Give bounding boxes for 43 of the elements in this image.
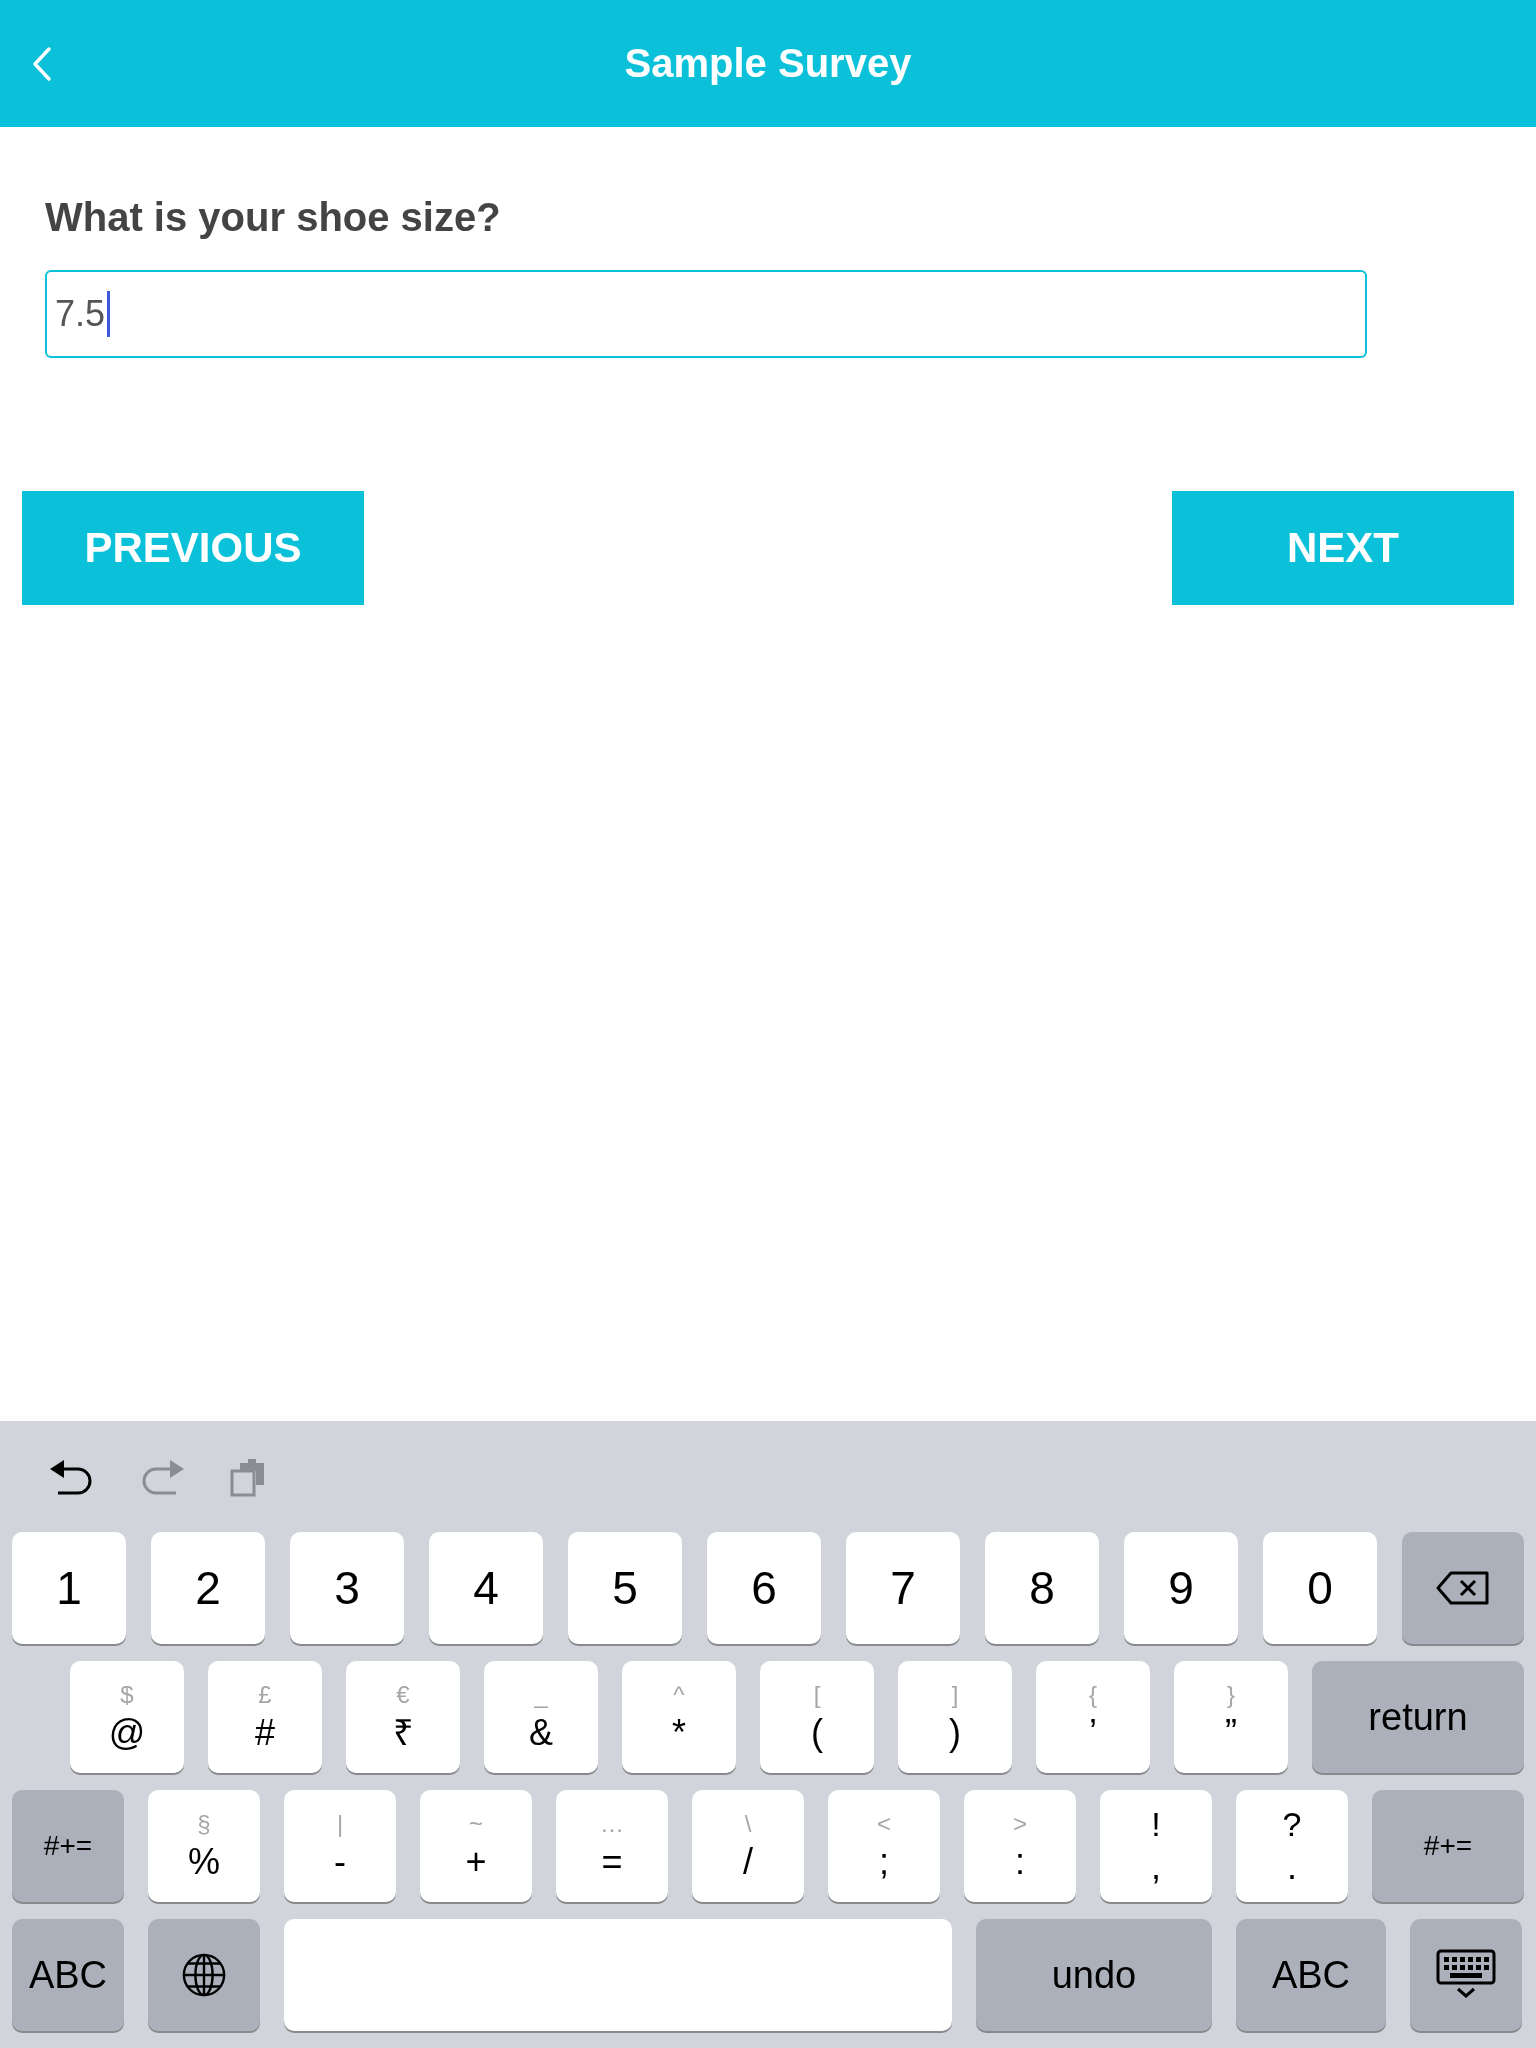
hide-keyboard-key[interactable] bbox=[1410, 1919, 1522, 2031]
key[interactable]: } ” bbox=[1174, 1661, 1288, 1773]
key[interactable]: § % bbox=[148, 1790, 260, 1902]
key[interactable]: ] ) bbox=[898, 1661, 1012, 1773]
key[interactable]: undo bbox=[976, 1919, 1212, 2031]
key[interactable]: ! , bbox=[1100, 1790, 1212, 1902]
key[interactable]: #+= bbox=[1372, 1790, 1524, 1902]
key[interactable]: | - bbox=[284, 1790, 396, 1902]
key[interactable]: [ ( bbox=[760, 1661, 874, 1773]
return-key[interactable]: return bbox=[1312, 1661, 1524, 1773]
backspace-icon bbox=[1435, 1570, 1491, 1606]
key[interactable]: 4 bbox=[429, 1532, 543, 1644]
key[interactable]: ^ * bbox=[622, 1661, 736, 1773]
key[interactable]: 7 bbox=[846, 1532, 960, 1644]
key[interactable]: > : bbox=[964, 1790, 1076, 1902]
key[interactable]: 9 bbox=[1124, 1532, 1238, 1644]
key[interactable]: { ’ bbox=[1036, 1661, 1150, 1773]
key[interactable]: 3 bbox=[290, 1532, 404, 1644]
key[interactable]: 1 bbox=[12, 1532, 126, 1644]
delete-key[interactable] bbox=[1402, 1532, 1524, 1644]
key[interactable]: $ @ bbox=[70, 1661, 184, 1773]
key[interactable]: #+= bbox=[12, 1790, 124, 1902]
key[interactable]: … = bbox=[556, 1790, 668, 1902]
key[interactable]: ABC bbox=[1236, 1919, 1386, 2031]
key[interactable]: £ # bbox=[208, 1661, 322, 1773]
key[interactable]: _ & bbox=[484, 1661, 598, 1773]
key[interactable]: 0 bbox=[1263, 1532, 1377, 1644]
key[interactable]: 5 bbox=[568, 1532, 682, 1644]
key[interactable]: 2 bbox=[151, 1532, 265, 1644]
key[interactable]: € ₹ bbox=[346, 1661, 460, 1773]
screen-title: Sample Survey bbox=[624, 41, 912, 86]
key[interactable]: < ; bbox=[828, 1790, 940, 1902]
key[interactable]: 6 bbox=[707, 1532, 821, 1644]
key[interactable]: 8 bbox=[985, 1532, 1099, 1644]
key[interactable]: ABC bbox=[12, 1919, 124, 2031]
keyboard-icon bbox=[1436, 1949, 1496, 2001]
globe-key[interactable] bbox=[148, 1919, 260, 2031]
key[interactable]: \ / bbox=[692, 1790, 804, 1902]
globe-icon bbox=[181, 1952, 227, 1998]
question-text: What is your shoe size? bbox=[45, 195, 502, 240]
answer-field[interactable]: 7.5 bbox=[45, 270, 1367, 358]
key[interactable]: ~ + bbox=[420, 1790, 532, 1902]
key[interactable]: ? . bbox=[1236, 1790, 1348, 1902]
